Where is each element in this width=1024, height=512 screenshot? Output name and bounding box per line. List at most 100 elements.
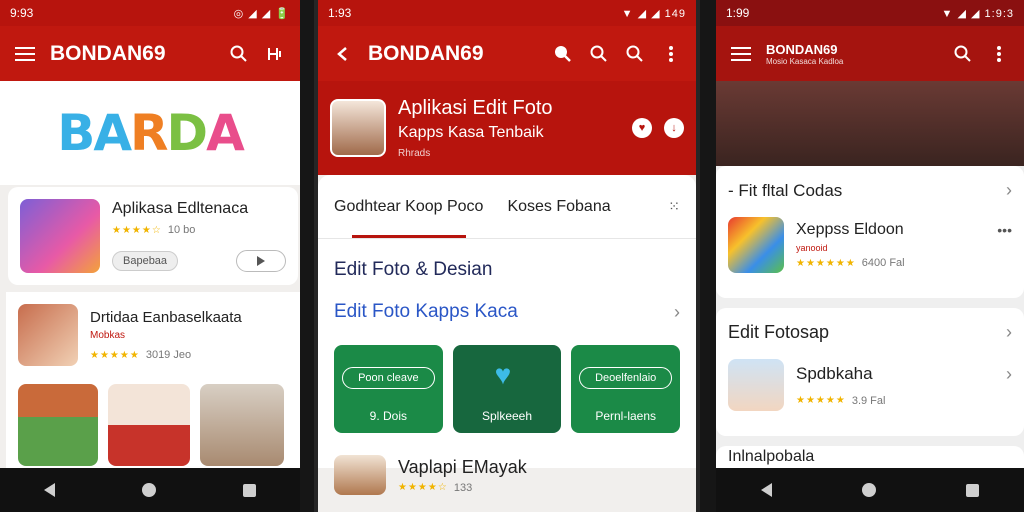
tile-pill: Poon cleave (342, 367, 435, 389)
tab-first[interactable]: Godhtear Koop Poco (334, 198, 483, 216)
app-title: BONDAN69 (50, 41, 166, 65)
photo-thumbnail[interactable] (18, 384, 98, 466)
app-bar: BONDAN69 Mosio Kasaca Kadloa (716, 26, 1024, 81)
app-thumbnail (728, 217, 784, 273)
section-card: Edit Fotosap › Spdbkaha › ★★★★★ 3.9 Fal (716, 308, 1024, 436)
recents-icon[interactable] (243, 483, 257, 497)
tab-second[interactable]: Koses Fobana (507, 198, 610, 216)
banner-logo: BARDA (57, 104, 245, 162)
back-icon[interactable] (761, 483, 772, 497)
app-meta: 133 (453, 481, 473, 494)
download-count: 3.9 Fal (851, 394, 886, 407)
section-card: - Fit fltal Codas › Xeppss Eldoon ••• ya… (716, 166, 1024, 298)
heart-icon: ♥ (494, 359, 512, 390)
status-icons: ▼ ◢ ◢ 149 (621, 7, 686, 20)
filter-icon[interactable] (264, 43, 286, 65)
list-item-title: Vaplapi EMayak (398, 456, 527, 477)
section-title: Inlnalpobala (728, 448, 815, 465)
content-sheet: - Fit fltal Codas › Xeppss Eldoon ••• ya… (716, 166, 1024, 476)
banner-part: D (166, 104, 208, 162)
list-item[interactable]: Vaplapi EMayak ★★★★☆ 133 (318, 433, 696, 495)
menu-icon[interactable] (14, 43, 36, 65)
tile-caption: Splkeeeh (481, 409, 533, 423)
like-icon[interactable]: ♥ (632, 118, 652, 138)
tile-carousel: Poon cleave 9. Dois ♥ Splkeeeh Deoelfenl… (318, 331, 696, 433)
play-icon (257, 256, 265, 266)
list-item-title: Xeppss Eldoon (796, 221, 904, 238)
system-nav-bar (0, 468, 300, 512)
list-item-subtitle: Mobkas (90, 330, 126, 341)
tile-pill: Deoelfenlaio (579, 367, 673, 389)
app-bar: BONDAN69 (318, 26, 696, 81)
rating-stars: ★★★★☆ (112, 224, 162, 236)
more-vert-icon[interactable] (660, 43, 682, 65)
featured-app-title: Aplikasa Edltenaca (112, 200, 249, 217)
share-icon[interactable]: ↓ (664, 118, 684, 138)
list-item[interactable]: Spdbkaha › ★★★★★ 3.9 Fal (728, 359, 1012, 411)
menu-icon[interactable] (730, 43, 752, 65)
rating-stars: ★★★★☆ (398, 482, 448, 493)
phone-center: 1:93 ▼ ◢ ◢ 149 BONDAN69 Aplikasi Edit Fo… (314, 0, 700, 512)
app-thumbnail (18, 304, 78, 366)
status-bar: 1:93 ▼ ◢ ◢ 149 (318, 0, 696, 26)
featured-app-card[interactable]: Aplikasa Edltenaca ★★★★☆ 10 bo Bapebaa (8, 187, 298, 285)
list-item-title: Drtidaa Eanbaselkaata (90, 309, 242, 326)
app-title: BONDAN69 (368, 41, 484, 65)
section-link-row[interactable]: Edit Foto Kapps Kaca › (318, 293, 696, 331)
hero-photo (716, 81, 1024, 166)
home-icon[interactable] (141, 483, 156, 497)
recents-icon[interactable] (966, 483, 979, 497)
chevron-right-icon[interactable]: › (1006, 180, 1012, 201)
banner-part: R (130, 104, 168, 162)
feature-tile[interactable]: ♥ Splkeeeh (452, 345, 562, 433)
status-bar: 9:93 ◎ ◢ ◢ 🔋 (0, 0, 300, 26)
rating-stars: ★★★★★★ (796, 257, 856, 269)
app-tagline: Kapps Kasa Tenbaik (398, 124, 544, 141)
section-link: Edit Foto Kapps Kaca (334, 301, 518, 322)
app-title: BONDAN69 (766, 41, 838, 57)
search-icon[interactable] (228, 43, 250, 65)
app-thumbnail (334, 455, 386, 495)
home-icon[interactable] (862, 483, 876, 497)
chevron-right-icon: › (674, 301, 680, 322)
screenshot-stage: 9:93 ◎ ◢ ◢ 🔋 BONDAN69 BARDA Aplikasa Edl… (0, 0, 1024, 512)
feature-tile[interactable]: Poon cleave 9. Dois (334, 345, 443, 433)
more-vert-icon[interactable] (988, 43, 1010, 65)
section-title: - Fit fltal Codas (728, 180, 843, 200)
app-developer: Rhrads (398, 148, 431, 159)
list-item[interactable]: Xeppss Eldoon ••• yanooid ★★★★★★ 6400 Fa… (728, 217, 1012, 273)
list-item-meta: yanooid (796, 243, 828, 253)
photo-thumbnail[interactable] (108, 384, 190, 466)
more-horiz-icon[interactable]: ••• (997, 222, 1012, 238)
photo-strip (6, 378, 300, 472)
app-name: Aplikasi Edit Foto (398, 97, 553, 119)
search-icon[interactable] (588, 43, 610, 65)
rating-stars: ★★★★★ (796, 395, 846, 406)
phone-left: 9:93 ◎ ◢ ◢ 🔋 BONDAN69 BARDA Aplikasa Edl… (0, 0, 300, 512)
back-icon[interactable] (43, 483, 55, 497)
app-list: Drtidaa Eanbaselkaata Mobkas ★★★★★ 3019 … (6, 292, 300, 468)
app-subtitle: Mosio Kasaca Kadloa (766, 56, 844, 66)
category-chip[interactable]: Bapebaa (112, 251, 179, 271)
banner-part: A (206, 104, 245, 162)
status-icons: ◎ ◢ ◢ 🔋 (233, 7, 290, 20)
section-title: Edit Fotosap (728, 322, 830, 342)
search-icon[interactable] (952, 43, 974, 65)
photo-thumbnail[interactable] (200, 384, 284, 466)
download-count: 6400 Fal (861, 257, 905, 269)
grid-icon[interactable]: ⁙ (668, 198, 680, 215)
chevron-right-icon[interactable]: › (1006, 322, 1012, 343)
section-title: Edit Foto & Desian (334, 259, 493, 280)
feature-tile[interactable]: Deoelfenlaio Pernl-laens (571, 345, 681, 433)
list-item-title: Spdbkaha (796, 364, 873, 383)
search-filled-icon[interactable] (552, 43, 574, 65)
banner-part: BA (57, 104, 132, 162)
app-header: Aplikasi Edit Foto Kapps Kasa Tenbaik Rh… (318, 81, 696, 175)
back-arrow-icon[interactable] (332, 43, 354, 65)
list-item[interactable]: Drtidaa Eanbaselkaata Mobkas ★★★★★ 3019 … (6, 292, 300, 378)
promo-banner[interactable]: BARDA (0, 81, 300, 185)
search-icon[interactable] (624, 43, 646, 65)
status-time: 1:93 (328, 6, 352, 20)
play-button[interactable] (236, 250, 286, 272)
system-nav-bar (716, 468, 1024, 512)
